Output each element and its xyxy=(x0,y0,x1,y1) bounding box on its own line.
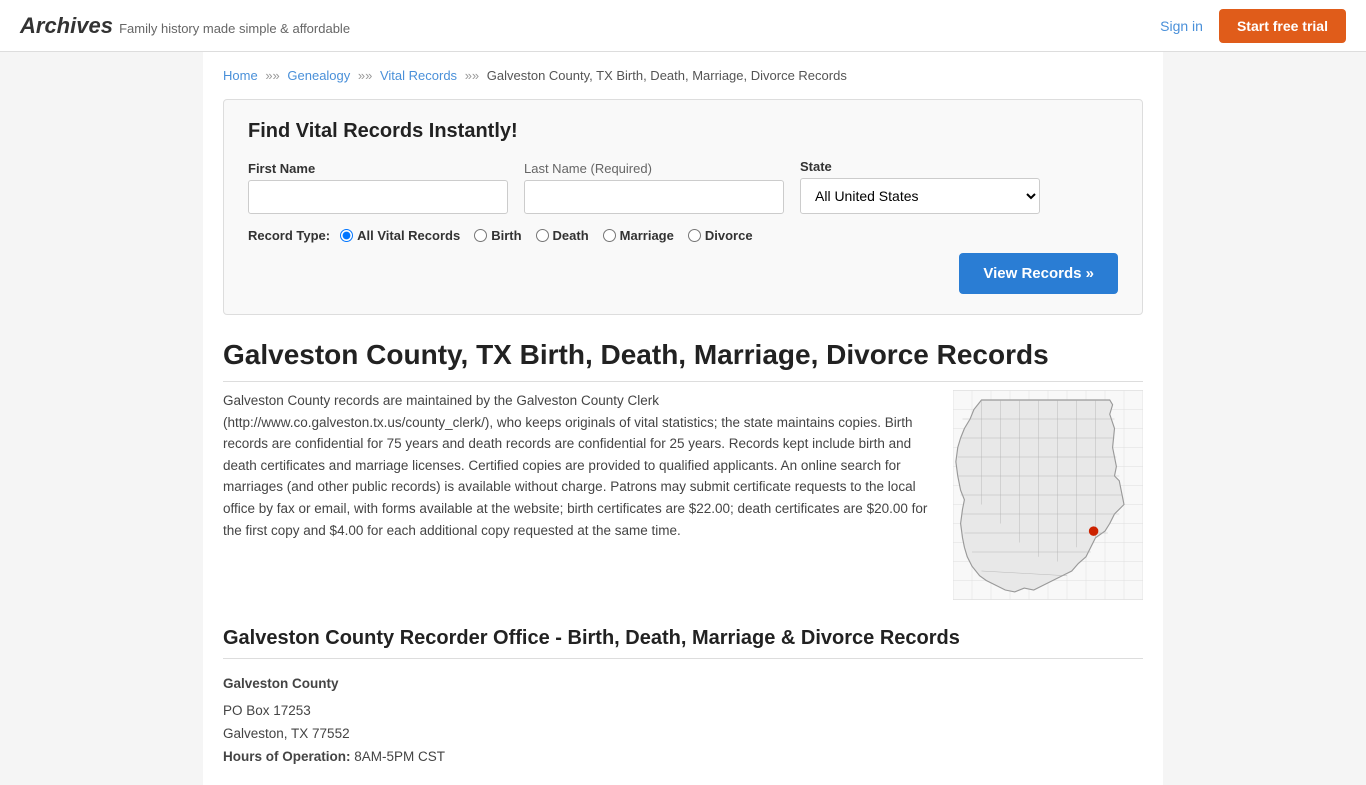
header-right: Sign in Start free trial xyxy=(1160,9,1346,43)
breadcrumb-vital-records[interactable]: Vital Records xyxy=(380,68,457,83)
last-name-group: Last Name (Required) xyxy=(524,161,784,214)
radio-divorce[interactable]: Divorce xyxy=(688,228,753,243)
state-select[interactable]: All United States AlabamaAlaskaArizona A… xyxy=(800,178,1040,214)
description-paragraph: Galveston County records are maintained … xyxy=(223,390,929,541)
breadcrumb-genealogy[interactable]: Genealogy xyxy=(287,68,350,83)
last-name-label: Last Name (Required) xyxy=(524,161,784,176)
page-title: Galveston County, TX Birth, Death, Marri… xyxy=(223,339,1143,382)
state-group: State All United States AlabamaAlaskaAri… xyxy=(800,159,1040,214)
radio-birth[interactable]: Birth xyxy=(474,228,521,243)
sign-in-link[interactable]: Sign in xyxy=(1160,18,1203,34)
main-content: Home »» Genealogy »» Vital Records »» Ga… xyxy=(203,52,1163,785)
radio-divorce-input[interactable] xyxy=(688,229,701,242)
header-left: Archives Family history made simple & af… xyxy=(20,13,350,39)
content-description: Galveston County records are maintained … xyxy=(223,390,929,603)
office-name: Galveston County xyxy=(223,673,1143,696)
texas-map xyxy=(953,390,1143,603)
last-name-input[interactable] xyxy=(524,180,784,214)
view-records-row: View Records » xyxy=(248,253,1118,294)
record-type-group: All Vital Records Birth Death Marriage D… xyxy=(340,228,752,243)
texas-map-svg xyxy=(953,390,1143,600)
section2-heading: Galveston County Recorder Office - Birth… xyxy=(223,627,1143,659)
breadcrumb-sep-1: »» xyxy=(265,68,283,83)
office-address1: PO Box 17253 xyxy=(223,700,1143,723)
breadcrumb: Home »» Genealogy »» Vital Records »» Ga… xyxy=(223,68,1143,83)
office-address2: Galveston, TX 77552 xyxy=(223,723,1143,746)
record-type-label: Record Type: xyxy=(248,228,330,243)
office-hours: Hours of Operation: 8AM-5PM CST xyxy=(223,746,1143,769)
first-name-input[interactable] xyxy=(248,180,508,214)
site-tagline: Family history made simple & affordable xyxy=(119,21,350,36)
record-type-row: Record Type: All Vital Records Birth Dea… xyxy=(248,228,1118,243)
site-logo: Archives Family history made simple & af… xyxy=(20,13,350,39)
start-trial-button[interactable]: Start free trial xyxy=(1219,9,1346,43)
office-info: Galveston County PO Box 17253 Galveston,… xyxy=(223,673,1143,769)
state-label: State xyxy=(800,159,1040,174)
header: Archives Family history made simple & af… xyxy=(0,0,1366,52)
search-box: Find Vital Records Instantly! First Name… xyxy=(223,99,1143,315)
radio-death[interactable]: Death xyxy=(536,228,589,243)
radio-all-input[interactable] xyxy=(340,229,353,242)
galveston-marker xyxy=(1089,526,1099,536)
first-name-group: First Name xyxy=(248,161,508,214)
first-name-label: First Name xyxy=(248,161,508,176)
radio-birth-input[interactable] xyxy=(474,229,487,242)
search-fields: First Name Last Name (Required) State Al… xyxy=(248,159,1118,214)
office-hours-value: 8AM-5PM CST xyxy=(354,749,445,764)
content-area: Galveston County records are maintained … xyxy=(223,390,1143,603)
view-records-button[interactable]: View Records » xyxy=(959,253,1118,294)
radio-marriage-input[interactable] xyxy=(603,229,616,242)
radio-all[interactable]: All Vital Records xyxy=(340,228,460,243)
office-hours-label: Hours of Operation: xyxy=(223,749,351,764)
breadcrumb-current: Galveston County, TX Birth, Death, Marri… xyxy=(487,68,847,83)
radio-death-input[interactable] xyxy=(536,229,549,242)
search-title: Find Vital Records Instantly! xyxy=(248,120,1118,143)
breadcrumb-sep-2: »» xyxy=(358,68,376,83)
radio-marriage[interactable]: Marriage xyxy=(603,228,674,243)
breadcrumb-sep-3: »» xyxy=(465,68,483,83)
breadcrumb-home[interactable]: Home xyxy=(223,68,258,83)
